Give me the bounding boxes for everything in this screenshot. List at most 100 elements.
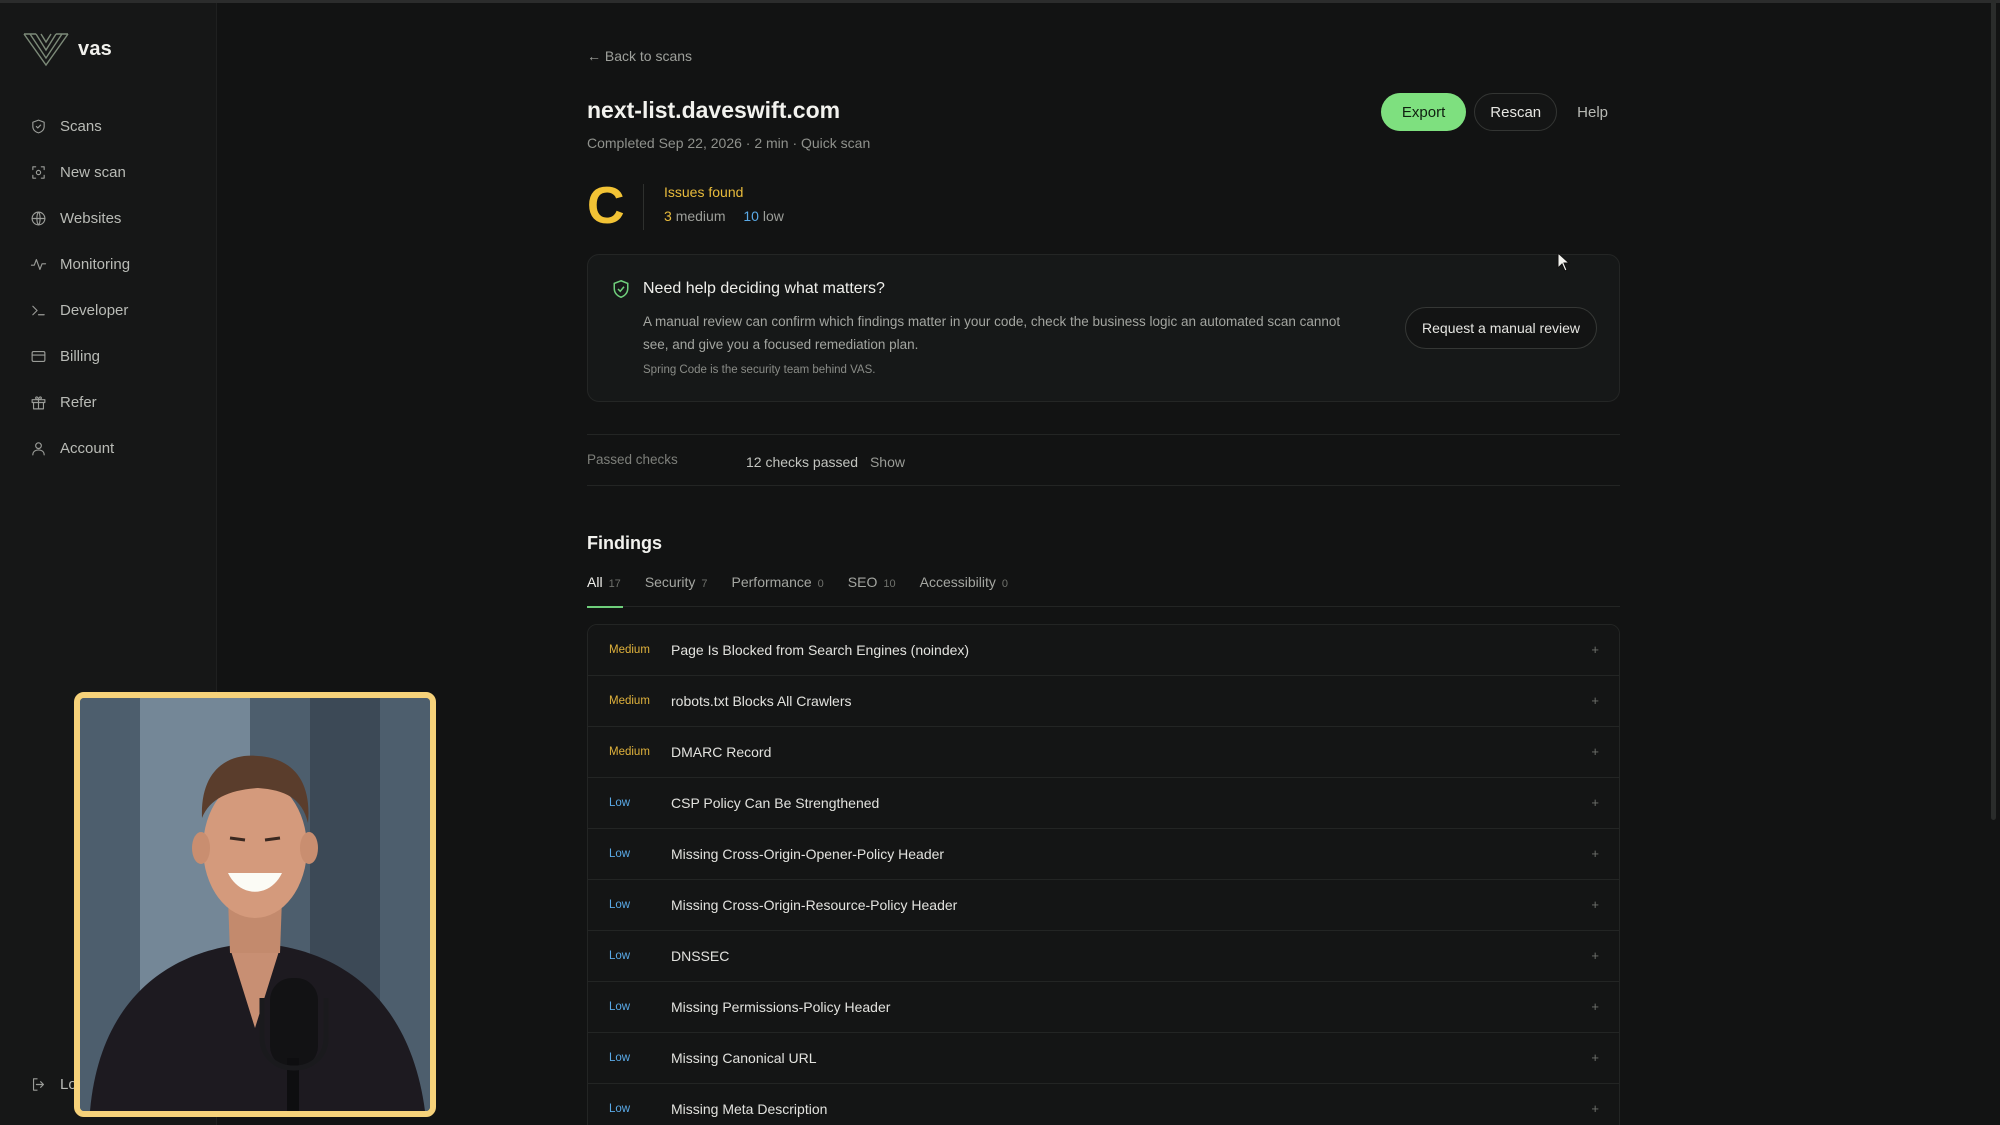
credit-card-icon [31,350,46,362]
sidebar-item-label: Developer [60,301,129,319]
gift-icon [31,395,46,409]
divider [643,184,644,230]
passed-checks-label: Passed checks [587,452,678,467]
scan-meta: Completed Sep 22, 2026 · 2 min · Quick s… [587,135,871,151]
expand-icon[interactable]: + [1591,999,1599,1014]
passed-checks: Passed checks 12 checks passed Show [587,434,1620,486]
logout-button[interactable]: Lo [30,1076,77,1093]
terminal-icon [32,305,45,315]
tab-performance[interactable]: Performance 0 [732,574,824,607]
expand-icon[interactable]: + [1591,642,1599,657]
presenter-video-image [80,698,430,1111]
severity-badge: Low [609,797,631,809]
expand-icon[interactable]: + [1591,795,1599,810]
export-button[interactable]: Export [1380,93,1467,131]
logout-icon [32,1078,45,1091]
rescan-button[interactable]: Rescan [1474,93,1558,131]
severity-badge: Medium [609,644,650,656]
back-to-scans-link[interactable]: ← Back to scans [587,48,692,64]
finding-row[interactable]: Low DNSSEC + [588,931,1619,982]
issues-summary: Issues found 3 medium 10 low [664,180,784,224]
tab-accessibility[interactable]: Accessibility 0 [920,574,1008,607]
tab-count: 10 [883,578,896,590]
medium-count: 3 [664,208,672,224]
tab-label: All [587,574,603,590]
passed-count-text: 12 checks passed [746,454,859,470]
finding-row[interactable]: Low Missing Cross-Origin-Resource-Policy… [588,880,1619,931]
sidebar-item-label: Billing [60,347,101,365]
sidebar-item-label: Refer [60,393,97,411]
low-label: low [762,208,784,224]
finding-title: CSP Policy Can Be Strengthened [671,795,880,811]
tab-label: Accessibility [919,574,996,590]
review-body: A manual review can confirm which findin… [643,314,1341,352]
sidebar-item-monitoring[interactable]: Monitoring [30,241,130,287]
findings-tabs: All 17 Security 7 Performance 0 SEO 10 Acces… [587,574,1620,608]
expand-icon[interactable]: + [1591,1050,1599,1065]
finding-row[interactable]: Low Missing Cross-Origin-Opener-Policy H… [588,829,1619,880]
sidebar-item-developer[interactable]: Developer [30,287,130,333]
help-link[interactable]: Help [1577,104,1608,121]
expand-icon[interactable]: + [1591,1101,1599,1116]
request-manual-review-button[interactable]: Request a manual review [1405,307,1597,349]
finding-row[interactable]: Medium DMARC Record + [588,727,1619,778]
tab-count: 0 [817,578,824,590]
tab-count: 7 [701,578,708,590]
sidebar-item-account[interactable]: Account [30,425,130,471]
header-actions: Export Rescan Help [1380,93,1620,131]
window-top-border [0,0,2000,3]
sidebar-item-label: Monitoring [60,255,131,273]
finding-row[interactable]: Medium robots.txt Blocks All Crawlers + [588,676,1619,727]
finding-title: DMARC Record [671,744,772,760]
medium-label: medium [675,208,726,224]
severity-badge: Medium [609,746,650,758]
expand-icon[interactable]: + [1591,846,1599,861]
scan-icon [32,165,45,179]
issues-counts: 3 medium 10 low [664,208,784,224]
tab-label: Performance [731,574,812,590]
sidebar-item-scans[interactable]: Scans [30,103,130,149]
brand-name: vas [78,37,112,60]
scan-summary: C Issues found 3 medium 10 low [587,180,784,232]
show-passed-button[interactable]: Show [870,454,905,470]
sidebar-item-new-scan[interactable]: New scan [30,149,130,195]
finding-title: Missing Meta Description [671,1101,828,1117]
severity-badge: Low [609,848,631,860]
severity-badge: Low [609,1001,631,1013]
tab-count: 0 [1001,578,1008,590]
tab-security[interactable]: Security 7 [645,574,708,607]
expand-icon[interactable]: + [1591,948,1599,963]
sidebar-item-refer[interactable]: Refer [30,379,130,425]
brand[interactable]: vas [23,31,112,67]
finding-title: robots.txt Blocks All Crawlers [671,693,852,709]
sidebar-item-label: Websites [60,209,122,227]
expand-icon[interactable]: + [1591,744,1599,759]
severity-badge: Low [609,950,631,962]
sidebar-item-billing[interactable]: Billing [30,333,130,379]
finding-row[interactable]: Low Missing Canonical URL + [588,1033,1619,1084]
tab-seo[interactable]: SEO 10 [848,574,896,607]
severity-badge: Low [609,1052,631,1064]
tab-label: SEO [847,574,878,590]
findings-list: Medium Page Is Blocked from Search Engin… [587,624,1620,1125]
finding-title: Missing Cross-Origin-Opener-Policy Heade… [671,846,945,862]
scrollbar[interactable] [1991,0,1996,820]
finding-title: Missing Canonical URL [671,1050,817,1066]
finding-row[interactable]: Low Missing Permissions-Policy Header + [588,982,1619,1033]
sidebar-item-label: Scans [60,117,102,135]
finding-row[interactable]: Medium Page Is Blocked from Search Engin… [588,625,1619,676]
mouse-cursor-icon [1557,252,1571,272]
passed-checks-count: 12 checks passed Show [746,454,905,470]
shield-check-icon [613,279,629,299]
finding-title: Missing Cross-Origin-Resource-Policy Hea… [671,897,958,913]
finding-title: Page Is Blocked from Search Engines (noi… [671,642,970,658]
globe-icon [31,211,46,225]
finding-row[interactable]: Low Missing Meta Description + [588,1084,1619,1125]
finding-title: DNSSEC [671,948,730,964]
tab-all[interactable]: All 17 [587,574,623,608]
sidebar-item-label: New scan [60,163,126,181]
expand-icon[interactable]: + [1591,693,1599,708]
expand-icon[interactable]: + [1591,897,1599,912]
finding-row[interactable]: Low CSP Policy Can Be Strengthened + [588,778,1619,829]
sidebar-item-websites[interactable]: Websites [30,195,130,241]
